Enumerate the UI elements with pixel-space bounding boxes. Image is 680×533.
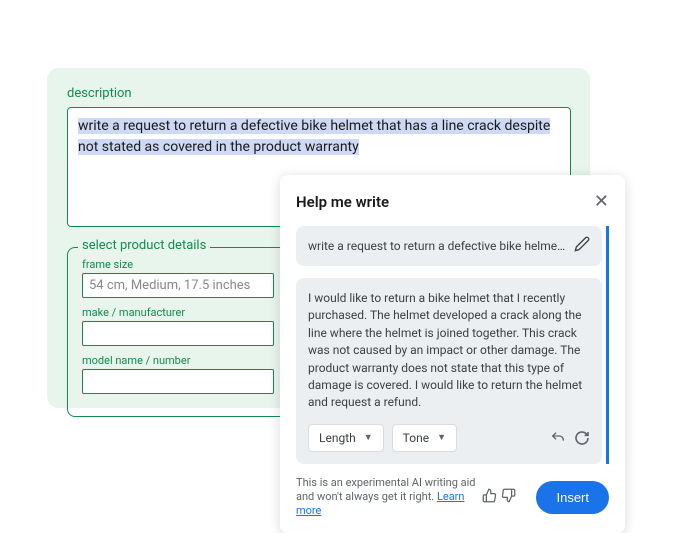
thumbs-down-icon[interactable] <box>501 488 516 507</box>
result-box: I would like to return a bike helmet tha… <box>296 278 602 464</box>
length-label: Length <box>319 431 356 445</box>
make-label: make / manufacturer <box>82 306 274 319</box>
model-label: model name / number <box>82 354 274 367</box>
popup-footer: This is an experimental AI writing aid a… <box>296 476 609 519</box>
feedback-icons <box>482 488 516 507</box>
tone-dropdown[interactable]: Tone ▼ <box>392 424 457 452</box>
close-icon[interactable]: ✕ <box>594 191 609 212</box>
popup-header: Help me write ✕ <box>296 191 609 212</box>
footer-text: This is an experimental AI writing aid a… <box>296 476 476 519</box>
chevron-down-icon: ▼ <box>437 432 446 443</box>
prompt-box[interactable]: write a request to return a defective bi… <box>296 226 602 266</box>
refresh-icon[interactable] <box>574 430 590 446</box>
length-dropdown[interactable]: Length ▼ <box>308 424 384 452</box>
description-label: description <box>67 86 570 101</box>
product-details-section: select product details frame size make /… <box>67 247 289 417</box>
result-text: I would like to return a bike helmet tha… <box>308 290 590 412</box>
make-input[interactable] <box>82 321 274 346</box>
product-details-legend: select product details <box>78 238 210 253</box>
popup-body: write a request to return a defective bi… <box>296 226 609 464</box>
make-field: make / manufacturer <box>82 306 274 346</box>
prompt-text: write a request to return a defective bi… <box>308 239 566 253</box>
frame-size-label: frame size <box>82 258 274 271</box>
chevron-down-icon: ▼ <box>364 432 373 443</box>
controls-row: Length ▼ Tone ▼ <box>308 424 590 452</box>
thumbs-up-icon[interactable] <box>482 488 497 507</box>
undo-icon[interactable] <box>550 430 566 446</box>
help-me-write-popup: Help me write ✕ write a request to retur… <box>280 175 625 533</box>
insert-button[interactable]: Insert <box>536 481 609 514</box>
frame-size-input[interactable] <box>82 273 274 298</box>
model-input[interactable] <box>82 369 274 394</box>
tone-label: Tone <box>403 431 429 445</box>
frame-size-field: frame size <box>82 258 274 298</box>
description-text: write a request to return a defective bi… <box>78 116 560 158</box>
footer-left: This is an experimental AI writing aid a… <box>296 476 516 519</box>
model-field: model name / number <box>82 354 274 394</box>
edit-icon[interactable] <box>574 236 590 256</box>
popup-title: Help me write <box>296 193 389 211</box>
